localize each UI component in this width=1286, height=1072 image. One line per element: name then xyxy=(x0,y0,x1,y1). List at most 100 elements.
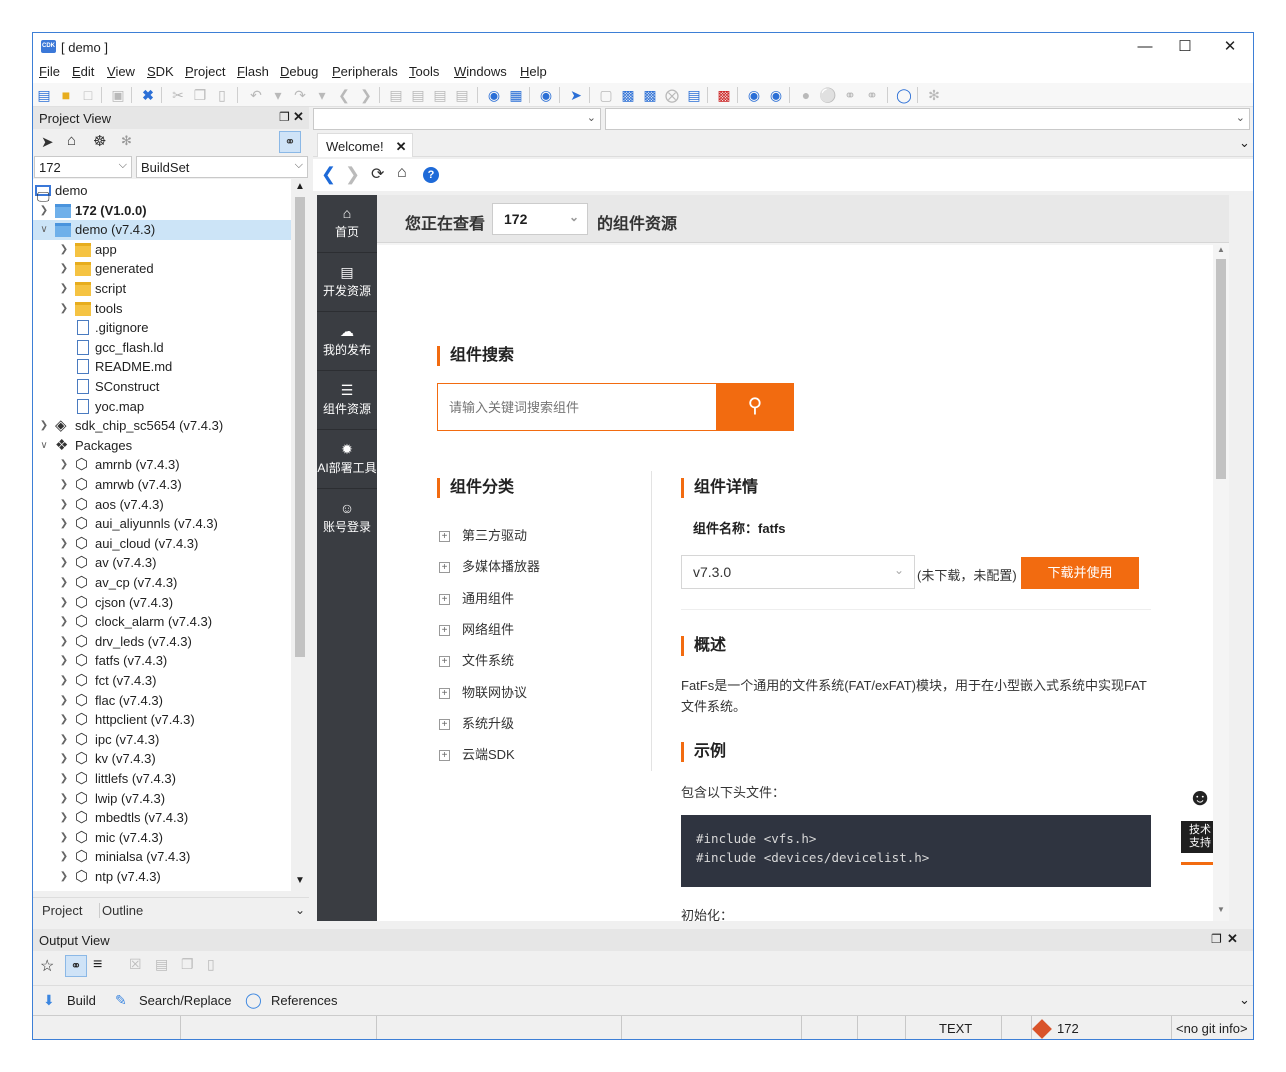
link-icon[interactable]: ⚭ xyxy=(841,86,859,104)
collapsed-icon[interactable]: ❯ xyxy=(59,847,69,867)
collapsed-icon[interactable]: ❯ xyxy=(59,593,69,613)
tree-item[interactable]: ❯ ⬡ littlefs (v7.4.3) xyxy=(33,769,291,789)
word-wrap-icon[interactable]: ≡ xyxy=(93,956,102,974)
forward-icon[interactable]: ❯ xyxy=(345,164,360,185)
tree-item[interactable]: .gitignore xyxy=(33,318,291,338)
tree-item[interactable]: SConstruct xyxy=(33,377,291,397)
clear-icon[interactable]: ☒ xyxy=(129,956,142,973)
collapsed-icon[interactable]: ❯ xyxy=(59,867,69,887)
undo-icon[interactable]: ↶ xyxy=(247,86,265,104)
find-in-files-icon[interactable]: ▦ xyxy=(507,86,525,104)
version-select[interactable]: v7.3.0 ⌄ xyxy=(681,555,915,589)
tree-item[interactable]: ❯ ⬡ aui_aliyunnls (v7.4.3) xyxy=(33,514,291,534)
paste-icon[interactable]: ▯ xyxy=(207,956,215,973)
collapsed-icon[interactable]: ❯ xyxy=(39,201,49,221)
menu-view[interactable]: View xyxy=(107,64,135,79)
redo-dropdown-icon[interactable]: ▾ xyxy=(313,86,331,104)
tree-item[interactable]: ❯ ◈ sdk_chip_sc5654 (v7.4.3) xyxy=(33,416,291,436)
collapsed-icon[interactable]: ❯ xyxy=(59,279,69,299)
star-icon[interactable]: ☆ xyxy=(40,956,54,976)
collapsed-icon[interactable]: ❯ xyxy=(59,769,69,789)
tree-item[interactable]: ∨ demo (v7.4.3) xyxy=(33,220,291,241)
back-icon[interactable]: ❮ xyxy=(335,86,353,104)
tree-item[interactable]: ❯ script xyxy=(33,279,291,299)
menu-debug[interactable]: Debug xyxy=(280,64,318,79)
collapsed-icon[interactable]: ❯ xyxy=(59,632,69,652)
web-scroll-thumb[interactable] xyxy=(1216,259,1226,479)
scroll-up-icon[interactable]: ▲ xyxy=(295,181,305,192)
collapsed-icon[interactable]: ❯ xyxy=(59,710,69,730)
tab-references[interactable]: References xyxy=(271,993,337,1008)
tree-item[interactable]: 🖵 demo xyxy=(33,181,291,204)
tree-item[interactable]: ❯ app xyxy=(33,240,291,260)
link-icon[interactable]: ⚭ xyxy=(65,955,87,977)
category-item[interactable]: + 网络组件 xyxy=(439,619,514,638)
scope-select[interactable]: ⌄ xyxy=(313,108,601,130)
menu-sdk[interactable]: SDK xyxy=(147,64,174,79)
forward-icon[interactable]: ❯ xyxy=(357,86,375,104)
tree-item[interactable]: README.md xyxy=(33,357,291,377)
menu-flash[interactable]: Flash xyxy=(237,64,269,79)
menu-help[interactable]: Help xyxy=(520,64,547,79)
copy-icon[interactable]: ❐ xyxy=(181,956,194,973)
tree-item[interactable]: ❯ ⬡ av (v7.4.3) xyxy=(33,553,291,573)
tab-welcome[interactable]: Welcome! ✕ xyxy=(317,133,413,157)
tree-item[interactable]: ❯ ⬡ ipc (v7.4.3) xyxy=(33,730,291,750)
tree-scrollbar[interactable]: ▲ ▼ xyxy=(291,179,309,891)
network-icon[interactable]: ☸ xyxy=(93,132,106,150)
chip-dropdown[interactable]: 172 ⌄ xyxy=(492,203,588,235)
back-icon[interactable]: ❮ xyxy=(321,164,336,185)
close-panel-icon[interactable]: ✕ xyxy=(1227,931,1238,947)
menu-project[interactable]: Project xyxy=(185,64,225,79)
float-panel-icon[interactable]: ❐ xyxy=(279,110,290,124)
expand-plus-icon[interactable]: + xyxy=(439,562,450,574)
bookmark-icon[interactable]: ▤ xyxy=(387,86,405,104)
tree-item[interactable]: ❯ ⬡ drv_leds (v7.4.3) xyxy=(33,632,291,652)
run-icon[interactable]: ● xyxy=(797,86,815,104)
expand-plus-icon[interactable]: + xyxy=(439,531,450,543)
collapsed-icon[interactable]: ❯ xyxy=(59,240,69,260)
new-file-icon[interactable]: ▤ xyxy=(35,86,53,104)
rebuild-icon[interactable]: ▩ xyxy=(641,86,659,104)
tree-item[interactable]: ❯ ⬡ aos (v7.4.3) xyxy=(33,495,291,515)
expand-plus-icon[interactable]: + xyxy=(439,593,450,605)
collapsed-icon[interactable]: ❯ xyxy=(59,789,69,809)
menu-peripherals[interactable]: Peripherals xyxy=(332,64,398,79)
chip-select[interactable]: 172 ⌵ xyxy=(34,156,132,178)
collapsed-icon[interactable]: ❯ xyxy=(59,553,69,573)
tree-scroll-thumb[interactable] xyxy=(295,197,305,657)
bug-icon[interactable]: ✻ xyxy=(925,86,943,104)
category-item[interactable]: + 多媒体播放器 xyxy=(439,556,540,575)
flash-download-icon[interactable]: ▩ xyxy=(715,86,733,104)
chevron-down-icon[interactable]: ⌄ xyxy=(1239,992,1250,1008)
category-item[interactable]: + 系统升级 xyxy=(439,713,514,732)
download-button[interactable]: 下载并使用 xyxy=(1021,557,1139,589)
tree-item[interactable]: ❯ ⬡ amrnb (v7.4.3) xyxy=(33,455,291,475)
sidebar-item-login[interactable]: ☺ 账号登录 xyxy=(317,490,377,548)
save-output-icon[interactable]: ▤ xyxy=(155,956,168,973)
headset-icon[interactable]: ◯ xyxy=(895,86,913,104)
collapsed-icon[interactable]: ❯ xyxy=(59,612,69,632)
close-tab-icon[interactable]: ✕ xyxy=(396,139,407,154)
collapsed-icon[interactable]: ❯ xyxy=(59,475,69,495)
search-input[interactable] xyxy=(438,384,716,430)
collapsed-icon[interactable]: ❯ xyxy=(39,416,49,436)
tree-item[interactable]: ❯ ⬡ av_cp (v7.4.3) xyxy=(33,573,291,593)
home-icon[interactable]: ⌂ xyxy=(67,132,76,149)
category-item[interactable]: + 文件系统 xyxy=(439,650,514,669)
expand-plus-icon[interactable]: + xyxy=(439,718,450,730)
collapsed-icon[interactable]: ❯ xyxy=(59,651,69,671)
chevron-down-icon[interactable]: ⌄ xyxy=(295,903,305,917)
web-scrollbar[interactable]: ▲ ▼ xyxy=(1213,245,1229,921)
refresh-icon[interactable]: ⟳ xyxy=(371,164,384,184)
collapsed-icon[interactable]: ❯ xyxy=(59,455,69,475)
bookmark-next-icon[interactable]: ▤ xyxy=(431,86,449,104)
status-chip[interactable]: 172 xyxy=(1057,1021,1079,1036)
expand-plus-icon[interactable]: + xyxy=(439,624,450,636)
symbol-select[interactable]: ⌄ xyxy=(605,108,1250,130)
tree-item[interactable]: ❯ ⬡ httpclient (v7.4.3) xyxy=(33,710,291,730)
tree-item[interactable]: yoc.map xyxy=(33,397,291,417)
stop-build-icon[interactable]: ⨂ xyxy=(663,86,681,104)
collapsed-icon[interactable]: ❯ xyxy=(59,691,69,711)
tree-item[interactable]: ❯ generated xyxy=(33,259,291,279)
